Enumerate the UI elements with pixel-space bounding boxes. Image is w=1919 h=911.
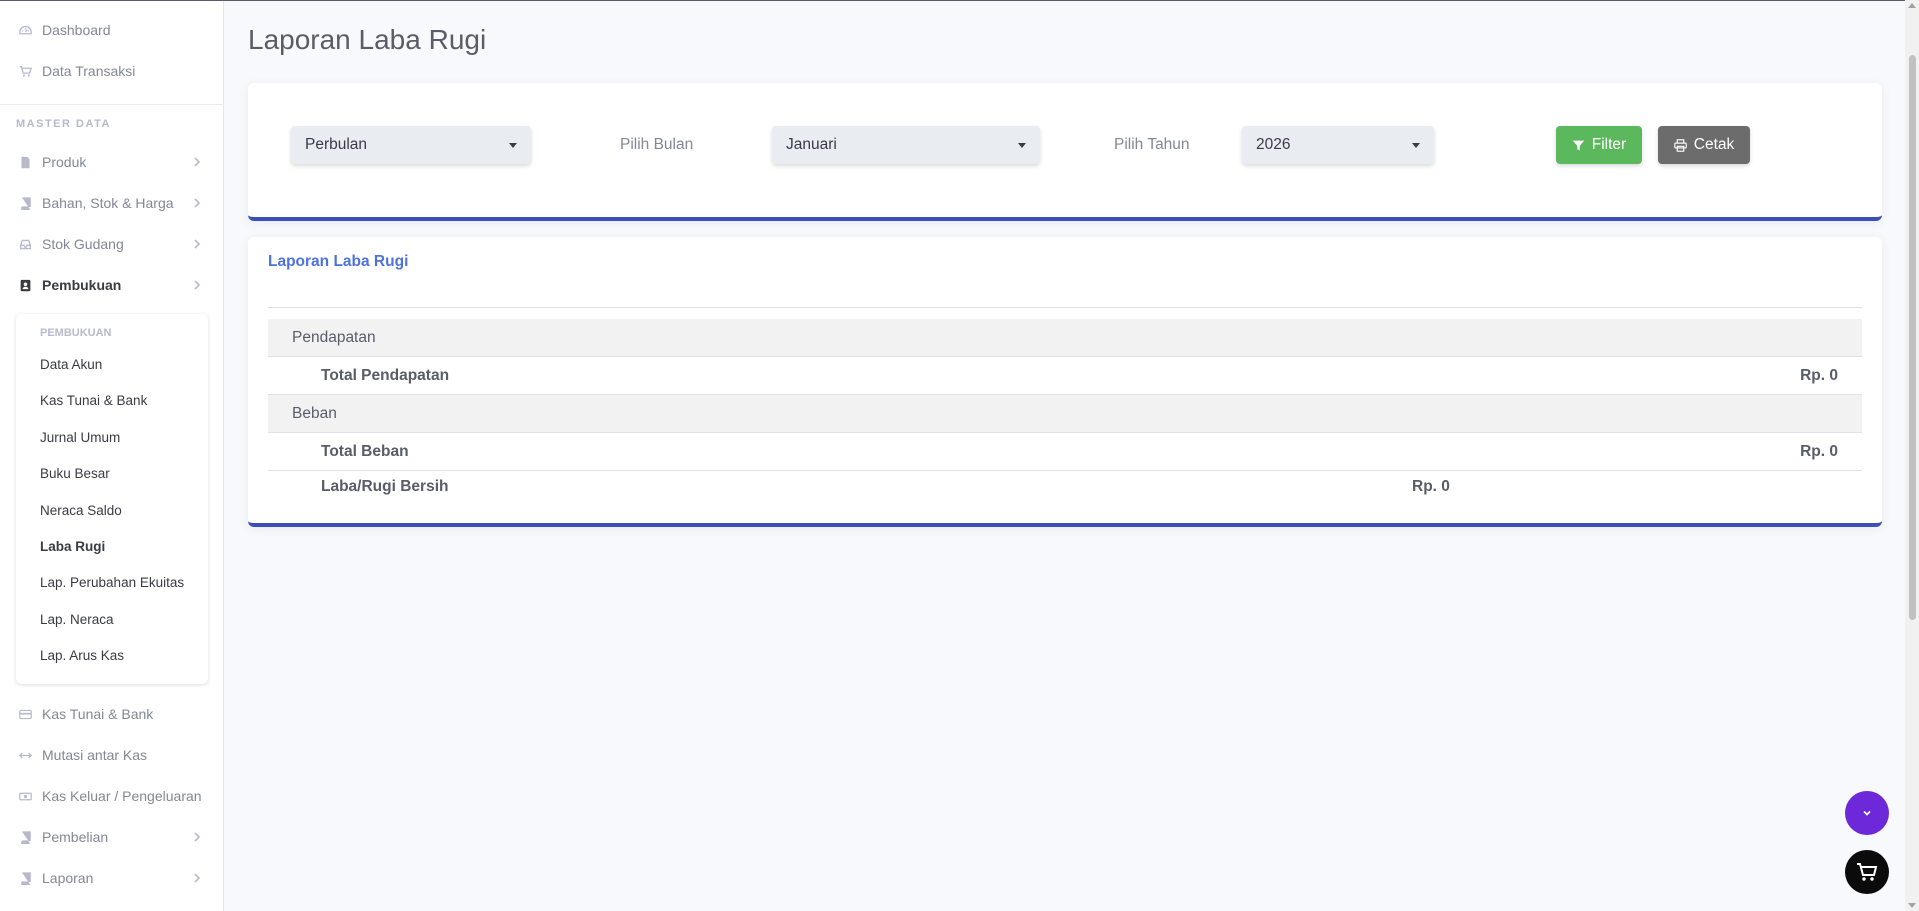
year-select[interactable]: 2026 <box>1242 126 1434 164</box>
cart-icon <box>1857 863 1878 881</box>
sidebar-item-label: Bahan, Stok & Harga <box>42 195 174 211</box>
sidebar-divider <box>0 104 224 105</box>
chevron-right-icon <box>194 157 201 167</box>
book-icon <box>18 830 32 844</box>
submenu-item-data-akun[interactable]: Data Akun <box>40 357 102 372</box>
sidebar-item-label: Laporan <box>42 870 94 886</box>
chevron-right-icon <box>194 280 201 290</box>
submenu-item-buku-besar[interactable]: Buku Besar <box>40 466 110 481</box>
submenu-item-jurnal-umum[interactable]: Jurnal Umum <box>40 430 120 445</box>
month-label: Pilih Bulan <box>620 136 694 153</box>
sidebar-item-dashboard[interactable]: Dashboard <box>0 14 224 46</box>
expense-total-label: Total Beban <box>321 443 409 460</box>
cart-icon <box>18 64 32 78</box>
expense-total-value: Rp. 0 <box>1800 443 1838 460</box>
year-select-value: 2026 <box>1256 136 1291 153</box>
submenu-item-lap-neraca[interactable]: Lap. Neraca <box>40 612 114 627</box>
table-row-income-total: Total Pendapatan Rp. 0 <box>268 357 1862 395</box>
sidebar-item-produk[interactable]: Produk <box>0 146 224 178</box>
address-book-icon <box>18 278 32 292</box>
money-icon <box>18 789 32 803</box>
pembukuan-submenu: PEMBUKUAN Data Akun Kas Tunai & Bank Jur… <box>16 314 208 684</box>
sidebar-heading-master-data: MASTER DATA <box>16 118 111 130</box>
sidebar-item-kas-keluar[interactable]: Kas Keluar / Pengeluaran <box>0 780 224 812</box>
expense-heading: Beban <box>292 405 337 422</box>
cart-button[interactable] <box>1845 850 1889 894</box>
scroll-thumb[interactable] <box>1909 55 1916 620</box>
table-row-expense-total: Total Beban Rp. 0 <box>268 433 1862 471</box>
chevron-right-icon <box>194 239 201 249</box>
filter-button-label: Filter <box>1591 136 1627 153</box>
filter-button[interactable]: Filter <box>1556 126 1642 164</box>
book-icon <box>18 196 32 210</box>
sidebar-item-mutasi-antar-kas[interactable]: Mutasi antar Kas <box>0 739 224 771</box>
file-icon <box>18 155 32 169</box>
table-row-expense-heading: Beban <box>268 395 1862 433</box>
page-title: Laporan Laba Rugi <box>248 24 487 55</box>
scroll-up-icon[interactable] <box>1908 3 1916 8</box>
scroll-down-button[interactable] <box>1845 791 1889 835</box>
sidebar-item-label: Stok Gudang <box>42 236 124 252</box>
submenu-item-lap-arus-kas[interactable]: Lap. Arus Kas <box>40 648 124 663</box>
table-divider <box>268 307 1862 308</box>
chevron-right-icon <box>194 832 201 842</box>
page-scrollbar[interactable] <box>1905 0 1919 911</box>
submenu-item-laba-rugi[interactable]: Laba Rugi <box>40 539 105 554</box>
print-icon <box>1673 138 1687 152</box>
arrows-h-icon <box>18 748 32 762</box>
print-button-label: Cetak <box>1693 136 1735 153</box>
submenu-header: PEMBUKUAN <box>40 327 112 339</box>
top-border <box>0 0 1919 1</box>
chevron-right-icon <box>194 873 201 883</box>
caret-down-icon <box>509 143 517 148</box>
sidebar-item-label: Mutasi antar Kas <box>42 747 148 763</box>
table-row-income-heading: Pendapatan <box>268 319 1862 357</box>
year-label: Pilih Tahun <box>1114 136 1190 153</box>
filter-card: Perbulan Pilih Bulan Januari Pilih Tahun… <box>248 83 1882 221</box>
sidebar-item-label: Pembukuan <box>42 277 122 293</box>
chevron-right-icon <box>194 198 201 208</box>
print-button[interactable]: Cetak <box>1658 126 1750 164</box>
month-select[interactable]: Januari <box>772 126 1040 164</box>
sidebar-item-pembelian[interactable]: Pembelian <box>0 821 224 853</box>
sidebar-item-laporan[interactable]: Laporan <box>0 862 224 894</box>
sidebar-item-stok-gudang[interactable]: Stok Gudang <box>0 228 224 260</box>
submenu-item-kas-tunai-bank[interactable]: Kas Tunai & Bank <box>40 393 147 408</box>
caret-down-icon <box>1412 143 1420 148</box>
sidebar-item-kas-tunai-bank[interactable]: Kas Tunai & Bank <box>0 698 224 730</box>
scroll-down-icon[interactable] <box>1908 903 1916 908</box>
sidebar-item-label: Pembelian <box>42 829 109 845</box>
book-icon <box>18 871 32 885</box>
sidebar-item-label: Data Transaksi <box>42 63 136 79</box>
period-select[interactable]: Perbulan <box>291 126 531 164</box>
report-card: Laporan Laba Rugi Pendapatan Total Penda… <box>248 237 1882 527</box>
period-select-value: Perbulan <box>305 136 368 153</box>
caret-down-icon <box>1018 143 1026 148</box>
report-title: Laporan Laba Rugi <box>268 253 409 270</box>
submenu-item-neraca-saldo[interactable]: Neraca Saldo <box>40 503 122 518</box>
sidebar-item-label: Kas Keluar / Pengeluaran <box>42 788 202 804</box>
net-label: Laba/Rugi Bersih <box>321 478 449 495</box>
inbox-icon <box>18 237 32 251</box>
credit-card-icon <box>18 707 32 721</box>
dashboard-icon <box>18 23 32 37</box>
income-heading: Pendapatan <box>292 329 376 346</box>
net-value: Rp. 0 <box>1412 478 1450 495</box>
filter-icon <box>1572 140 1584 150</box>
income-total-label: Total Pendapatan <box>321 367 450 384</box>
submenu-item-lap-perubahan-ekuitas[interactable]: Lap. Perubahan Ekuitas <box>40 575 184 590</box>
chevron-down-icon <box>1863 810 1871 816</box>
sidebar-item-label: Dashboard <box>42 22 111 38</box>
income-total-value: Rp. 0 <box>1800 367 1838 384</box>
sidebar-item-label: Produk <box>42 154 87 170</box>
sidebar-item-label: Kas Tunai & Bank <box>42 706 154 722</box>
sidebar-item-bahan-stok-harga[interactable]: Bahan, Stok & Harga <box>0 187 224 219</box>
month-select-value: Januari <box>786 136 837 153</box>
sidebar: Dashboard Data Transaksi MASTER DATA Pro… <box>0 1 224 911</box>
sidebar-item-pembukuan[interactable]: Pembukuan <box>0 269 224 301</box>
table-row-net: Laba/Rugi Bersih Rp. 0 <box>268 471 1862 509</box>
sidebar-item-data-transaksi[interactable]: Data Transaksi <box>0 55 224 87</box>
